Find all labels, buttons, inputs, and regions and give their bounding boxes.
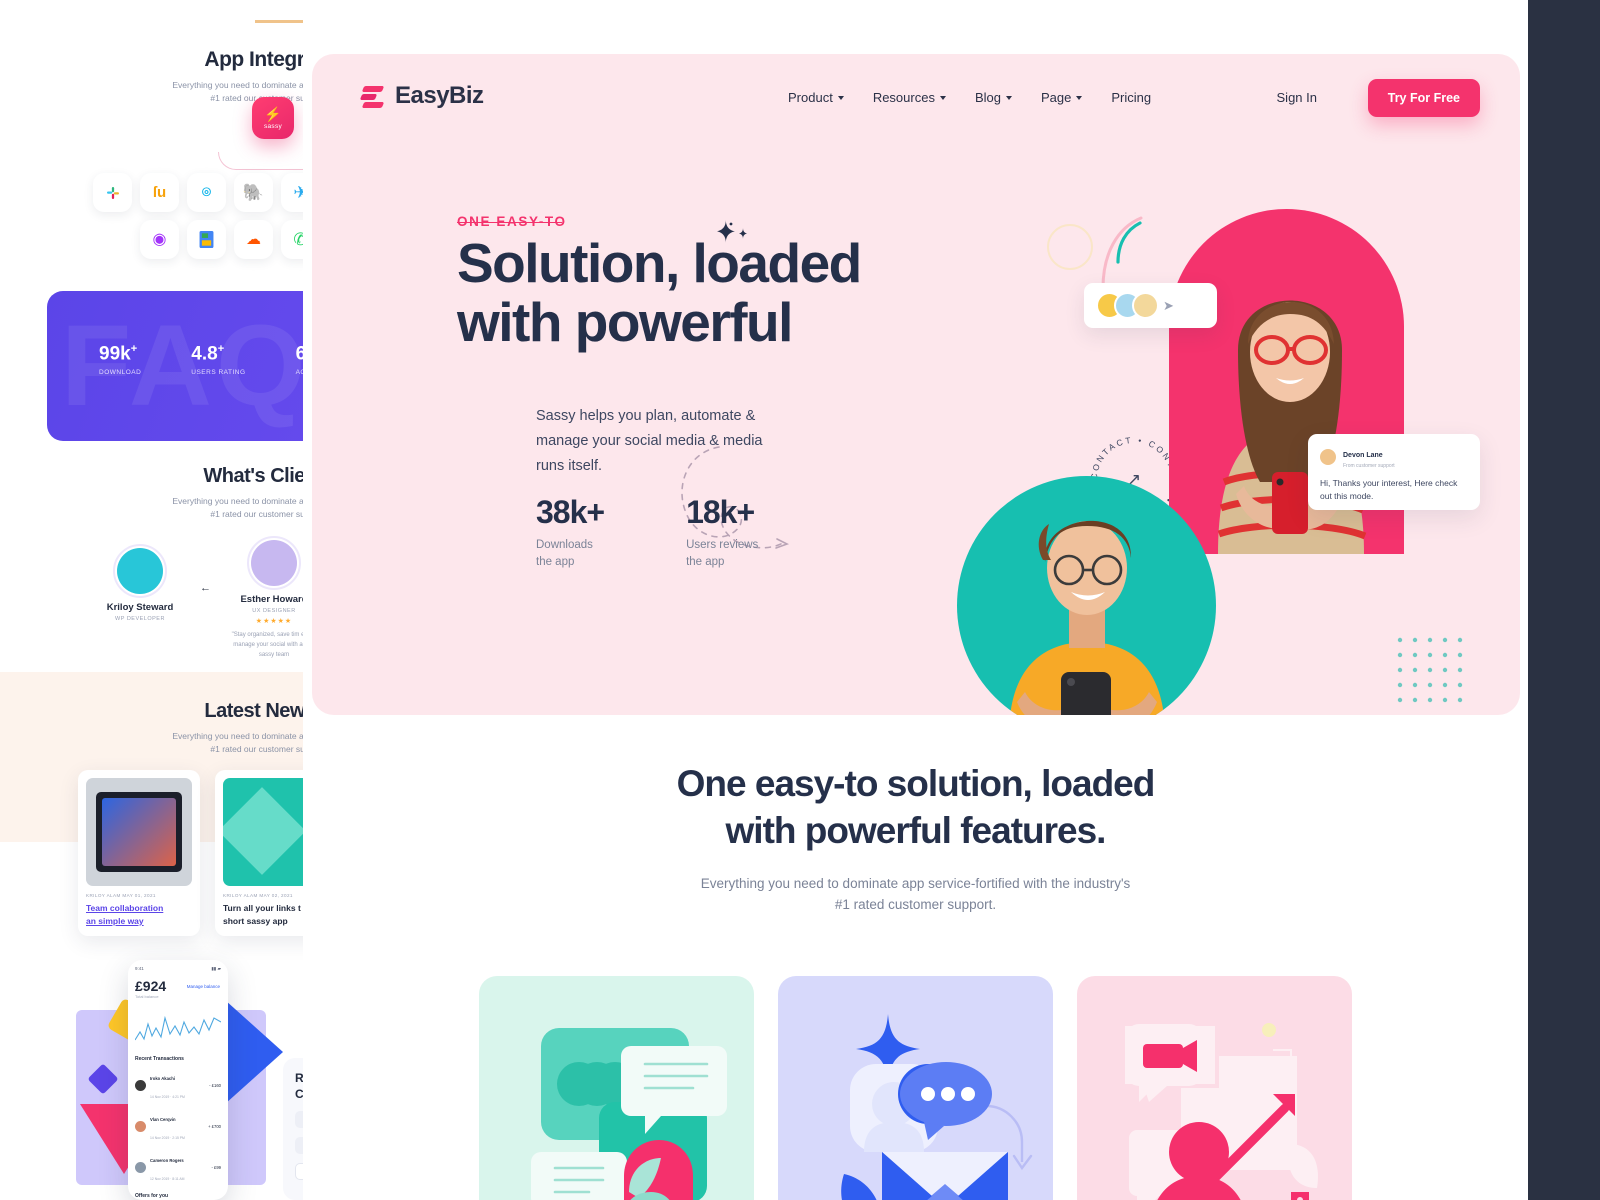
nav-item-resources[interactable]: Resources: [873, 90, 946, 105]
nav-item-blog[interactable]: Blog: [975, 90, 1012, 105]
news-thumbnail: [86, 778, 192, 886]
hero-headline: Solution, loaded with powerful: [457, 232, 862, 354]
video-growth-card[interactable]: [1077, 975, 1352, 1200]
blue-triangle: [225, 1000, 283, 1104]
send-icon: ➤: [1163, 297, 1174, 313]
sign-in-link[interactable]: Sign In: [1277, 90, 1317, 105]
chat-support-card[interactable]: [479, 975, 754, 1200]
transaction-row: Vlan Cerqvin 14 Nov 2019 · 2:15 PM + £700: [135, 1108, 221, 1144]
stat-item: 99k+ DOWNLOAD: [99, 343, 142, 377]
hero-section: EasyBiz Product Resources Blog Page Pric…: [312, 54, 1520, 715]
hero-eyebrow: ONE EASY-TO: [457, 214, 567, 229]
chevron-down-icon: [1076, 95, 1083, 100]
manage-balance-link[interactable]: Manage balance: [187, 984, 220, 989]
nav-item-pricing[interactable]: Pricing: [1111, 90, 1151, 105]
features-subtitle: Everything you need to dominate app serv…: [700, 875, 1131, 913]
vimeo-icon: ⌾: [187, 173, 226, 212]
messenger-icon: ◉: [140, 220, 179, 259]
nav-item-product[interactable]: Product: [788, 90, 844, 105]
sassy-spark-icon: ⚡: [264, 105, 282, 122]
try-for-free-button[interactable]: Try For Free: [1367, 79, 1480, 117]
avatar: [1320, 448, 1336, 465]
stat-reviews: 18k+ Users reviews the app: [686, 494, 759, 568]
avatar: [247, 536, 301, 590]
features-heading: One easy-to solution, loaded with powerf…: [676, 763, 1156, 852]
evernote-icon: 🐘: [234, 173, 273, 212]
soundcloud-icon: ☁: [234, 220, 273, 259]
transaction-row: Iroko Akachi 14 Nov 2019 · 4:21 PM - £160: [135, 1067, 221, 1103]
balance-chart: [134, 1006, 222, 1048]
news-title: Team collaboration an simple way: [86, 903, 164, 926]
transaction-row: Cameron Rogers 12 Nov 2019 · 8:11 AM - £9…: [135, 1149, 221, 1185]
features-section: One easy-to solution, loaded with powerf…: [303, 760, 1528, 1200]
prev-arrow-icon[interactable]: ←: [200, 582, 211, 594]
stumbleupon-icon: ſu: [140, 173, 179, 212]
brand-logo[interactable]: EasyBiz: [359, 82, 484, 110]
brand-name: EasyBiz: [395, 82, 484, 109]
chevron-down-icon: [1005, 95, 1012, 100]
news-card[interactable]: KRILOY ALAM MAY 01, 2021 Team collaborat…: [78, 770, 200, 936]
avatar: [1132, 292, 1159, 319]
google-docs-icon: [187, 220, 226, 259]
avatar: [113, 544, 167, 598]
support-message-card: Devon Lane From customer support Hi, Tha…: [1308, 434, 1480, 510]
hero-lead-text: Sassy helps you plan, automate & manage …: [536, 408, 763, 474]
stat-item: 4.8+ USERS RATING: [191, 343, 246, 377]
chevron-down-icon: [939, 95, 946, 100]
phone-mockup: 9:41 ▮▮ ▰ £924 Total balance Manage balan…: [128, 960, 228, 1200]
testimonial-card: Kriloy Steward WP DEVELOPER: [95, 544, 185, 622]
dot-grid-decor: [1397, 637, 1463, 708]
teal-stroke-decor: [1112, 220, 1152, 273]
hero-stats: 38k+ Downloads the app 18k+ Users review…: [536, 494, 758, 570]
sassy-app-badge: ⚡ sassy: [252, 97, 294, 139]
feature-cards: [303, 975, 1528, 1200]
message-body: Hi, Thanks your interest, Here check out…: [1320, 478, 1458, 502]
chevron-down-icon: [837, 95, 844, 100]
slack-icon: [93, 173, 132, 212]
message-header: Devon Lane From customer support: [1320, 444, 1468, 469]
stat-downloads: 38k+ Downloads the app: [536, 494, 605, 568]
easybiz-logo-mark-icon: [359, 83, 385, 109]
email-marketing-card[interactable]: [778, 975, 1053, 1200]
main-page: EasyBiz Product Resources Blog Page Pric…: [303, 0, 1528, 1200]
main-navigation: Product Resources Blog Page Pricing: [788, 90, 1151, 105]
avatar-group-card: ➤: [1084, 283, 1217, 328]
phone-status-bar: 9:41 ▮▮ ▰: [135, 966, 221, 971]
nav-item-page[interactable]: Page: [1041, 90, 1083, 105]
